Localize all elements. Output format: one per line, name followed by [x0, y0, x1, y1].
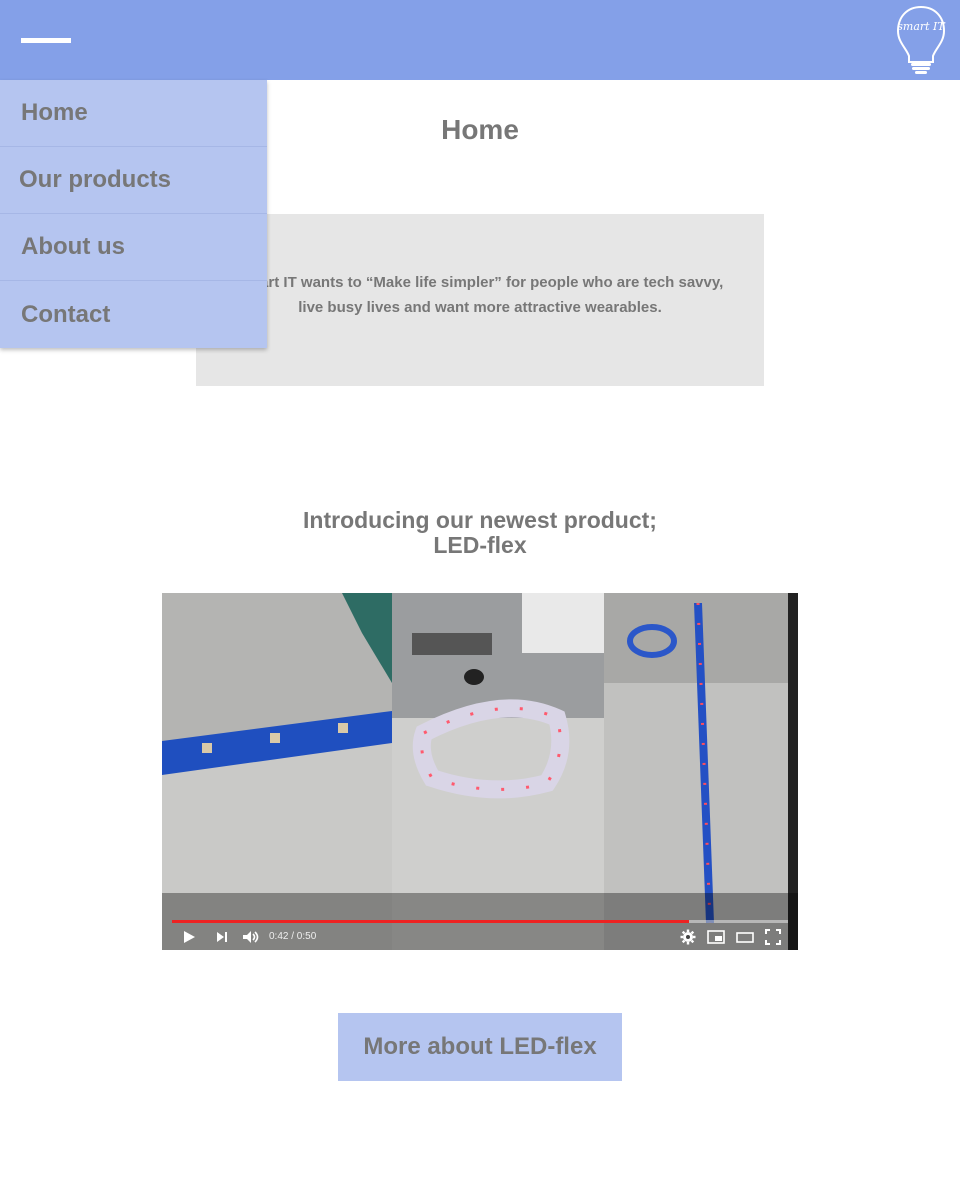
product-heading-line-2: LED-flex: [433, 532, 527, 558]
product-heading: Introducing our newest product; LED-flex: [0, 508, 960, 558]
settings-icon[interactable]: [680, 929, 696, 950]
nav-item-label: Our products: [19, 166, 172, 193]
nav-dropdown: Home Our products About us Contact: [0, 80, 267, 348]
nav-item-our-products[interactable]: Our products: [0, 147, 267, 214]
nav-item-contact[interactable]: Contact: [0, 281, 267, 348]
hamburger-icon[interactable]: [21, 38, 71, 43]
mission-line-1: Smart IT wants to “Make life simpler” fo…: [236, 274, 724, 291]
top-bar: smart IT: [0, 0, 960, 80]
fullscreen-icon[interactable]: [765, 929, 781, 950]
volume-icon[interactable]: [242, 929, 260, 950]
product-heading-line-1: Introducing our newest product;: [303, 507, 657, 533]
mission-box: Smart IT wants to “Make life simpler” fo…: [196, 214, 764, 386]
nav-item-label: Contact: [21, 300, 111, 328]
nav-item-home[interactable]: Home: [0, 80, 267, 147]
logo-text: smart IT: [897, 20, 946, 33]
video-progress-fill: [172, 920, 690, 923]
nav-item-label: About us: [21, 233, 125, 260]
play-icon[interactable]: [182, 929, 196, 950]
nav-item-about-us[interactable]: About us: [0, 214, 267, 281]
theater-icon[interactable]: [736, 929, 754, 950]
mission-text: Smart IT wants to “Make life simpler” fo…: [196, 270, 764, 320]
video-frame: [162, 593, 798, 950]
video-player[interactable]: 0:42 / 0:50: [162, 593, 798, 950]
miniplayer-icon[interactable]: [707, 929, 725, 950]
video-time: 0:42 / 0:50: [269, 931, 317, 942]
video-controls: 0:42 / 0:50: [162, 927, 798, 949]
next-icon[interactable]: [215, 929, 229, 950]
mission-line-2: live busy lives and want more attractive…: [298, 299, 662, 316]
lightbulb-logo[interactable]: smart IT: [894, 4, 948, 76]
nav-item-label: Home: [21, 99, 88, 126]
video-progress-bar[interactable]: [172, 920, 788, 923]
more-about-led-flex-button[interactable]: More about LED-flex: [338, 1013, 622, 1081]
